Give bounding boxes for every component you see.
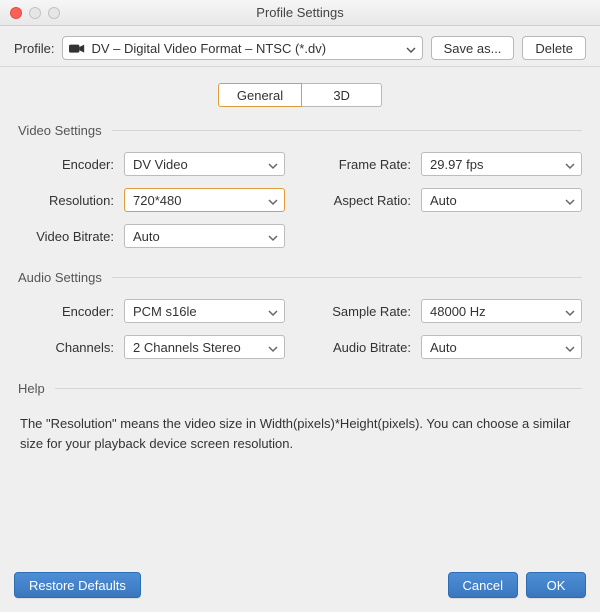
restore-defaults-button[interactable]: Restore Defaults	[14, 572, 141, 598]
video-bitrate-select[interactable]: Auto	[124, 224, 285, 248]
chevron-down-icon	[565, 306, 575, 316]
help-text: The "Resolution" means the video size in…	[18, 410, 582, 454]
title-bar: Profile Settings	[0, 0, 600, 26]
window-title: Profile Settings	[0, 5, 600, 20]
help-group: Help The "Resolution" means the video si…	[18, 381, 582, 454]
dialog-footer: Restore Defaults Cancel OK	[0, 562, 600, 612]
ok-button[interactable]: OK	[526, 572, 586, 598]
help-legend: Help	[18, 381, 582, 396]
audio-encoder-label: Encoder:	[18, 304, 114, 319]
chevron-down-icon	[406, 43, 416, 53]
profile-toolbar: Profile: DV – Digital Video Format – NTS…	[0, 26, 600, 67]
audio-encoder-select[interactable]: PCM s16le	[124, 299, 285, 323]
chevron-down-icon	[268, 195, 278, 205]
chevron-down-icon	[565, 342, 575, 352]
resolution-select[interactable]: 720*480	[124, 188, 285, 212]
camcorder-icon	[69, 42, 85, 54]
video-encoder-select[interactable]: DV Video	[124, 152, 285, 176]
aspect-ratio-label: Aspect Ratio:	[315, 193, 411, 208]
sample-rate-select[interactable]: 48000 Hz	[421, 299, 582, 323]
audio-settings-group: Audio Settings Encoder: PCM s16le Sample…	[18, 270, 582, 359]
aspect-ratio-select[interactable]: Auto	[421, 188, 582, 212]
audio-bitrate-label: Audio Bitrate:	[315, 340, 411, 355]
chevron-down-icon	[268, 306, 278, 316]
video-settings-group: Video Settings Encoder: DV Video Frame R…	[18, 123, 582, 248]
close-window-button[interactable]	[10, 7, 22, 19]
channels-label: Channels:	[18, 340, 114, 355]
window-controls	[0, 7, 60, 19]
audio-settings-legend: Audio Settings	[18, 270, 582, 285]
profile-select-value: DV – Digital Video Format – NTSC (*.dv)	[91, 41, 326, 56]
chevron-down-icon	[268, 231, 278, 241]
chevron-down-icon	[268, 159, 278, 169]
tab-general[interactable]: General	[218, 83, 302, 107]
profile-label: Profile:	[14, 41, 54, 56]
chevron-down-icon	[268, 342, 278, 352]
video-encoder-label: Encoder:	[18, 157, 114, 172]
sample-rate-label: Sample Rate:	[315, 304, 411, 319]
minimize-window-button[interactable]	[29, 7, 41, 19]
cancel-button[interactable]: Cancel	[448, 572, 518, 598]
video-settings-legend: Video Settings	[18, 123, 582, 138]
audio-bitrate-select[interactable]: Auto	[421, 335, 582, 359]
profile-select[interactable]: DV – Digital Video Format – NTSC (*.dv)	[62, 36, 422, 60]
tab-bar: General 3D	[18, 83, 582, 107]
channels-select[interactable]: 2 Channels Stereo	[124, 335, 285, 359]
delete-button[interactable]: Delete	[522, 36, 586, 60]
frame-rate-label: Frame Rate:	[315, 157, 411, 172]
video-bitrate-label: Video Bitrate:	[18, 229, 114, 244]
tab-3d[interactable]: 3D	[302, 83, 382, 107]
resolution-label: Resolution:	[18, 193, 114, 208]
zoom-window-button[interactable]	[48, 7, 60, 19]
chevron-down-icon	[565, 195, 575, 205]
chevron-down-icon	[565, 159, 575, 169]
save-as-button[interactable]: Save as...	[431, 36, 515, 60]
frame-rate-select[interactable]: 29.97 fps	[421, 152, 582, 176]
